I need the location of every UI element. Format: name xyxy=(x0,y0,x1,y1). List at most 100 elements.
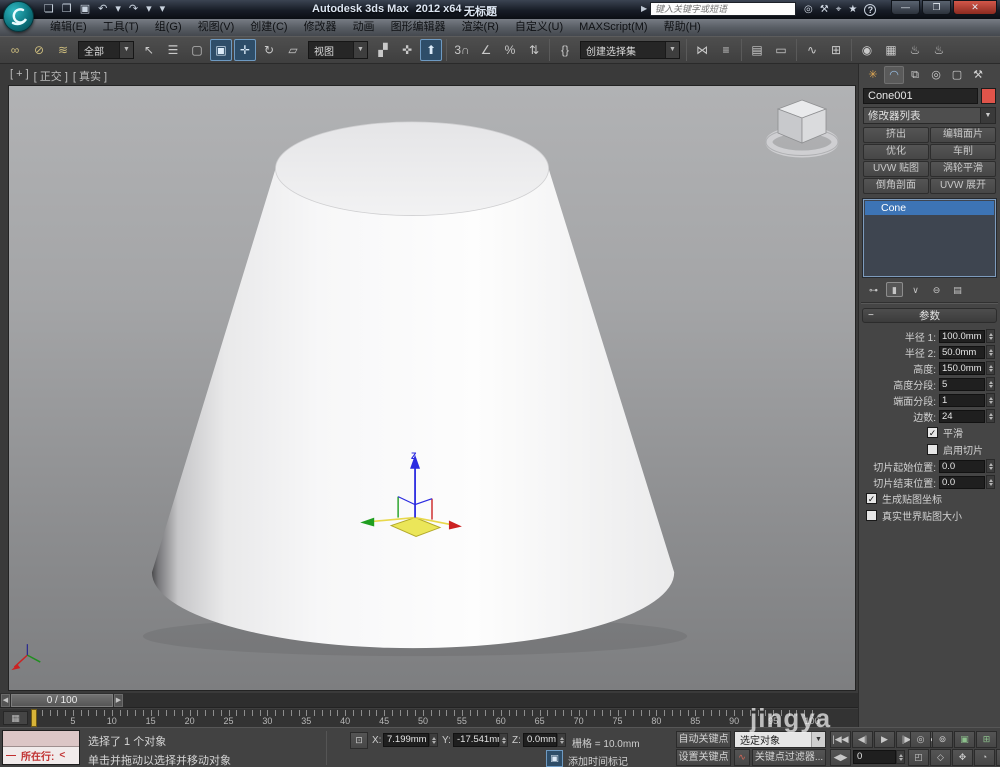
new-key-curve-icon[interactable]: ∿ xyxy=(734,749,750,766)
named-selection-dropdown[interactable]: 创建选择集▼ xyxy=(580,41,680,59)
pan-view-icon[interactable]: ✥ xyxy=(952,749,973,766)
schematic-view-icon[interactable]: ⊞ xyxy=(825,39,847,61)
field-of-view-icon[interactable]: ◇ xyxy=(930,749,951,766)
add-time-tag[interactable]: 添加时间标记 xyxy=(568,753,628,767)
edit-named-selections-icon[interactable]: {} xyxy=(554,39,576,61)
current-frame-field[interactable]: 0 xyxy=(853,750,896,764)
frame-spinner[interactable] xyxy=(896,750,905,764)
x-coordinate-field[interactable]: 7.199mm xyxy=(383,733,429,747)
zoom-icon[interactable]: ◎ xyxy=(910,731,931,748)
app-logo-icon[interactable] xyxy=(3,1,34,32)
chevron-down-icon[interactable]: ▼ xyxy=(665,42,679,58)
time-slider-handle[interactable]: 0 / 100 xyxy=(11,694,113,707)
show-end-result-icon[interactable]: ▮ xyxy=(886,282,903,297)
param-spinner[interactable] xyxy=(986,409,995,423)
minimize-button[interactable]: — xyxy=(891,0,920,15)
param-spinner[interactable] xyxy=(986,345,995,359)
spinner-up-icon[interactable] xyxy=(989,463,993,466)
time-slider-track[interactable]: ◀ 0 / 100 ▶ xyxy=(0,693,858,708)
orbit-icon[interactable]: ◔ xyxy=(974,749,995,766)
render-setup-icon[interactable]: ▦ xyxy=(880,39,902,61)
tab-hierarchy[interactable]: ⧉ xyxy=(905,66,925,84)
track-bar-ruler[interactable]: 0510152025303540455055606570758085909510… xyxy=(34,709,824,728)
track-bar[interactable]: ▦ 05101520253035404550556065707580859095… xyxy=(0,708,858,727)
listener-pane[interactable]: — 所在行: < xyxy=(3,747,79,764)
spinner-down-icon[interactable] xyxy=(989,385,993,388)
tab-motion[interactable]: ◎ xyxy=(926,66,946,84)
param-spinner[interactable] xyxy=(986,361,995,375)
listener-scroll-arrow[interactable]: < xyxy=(59,750,65,761)
save-file-icon[interactable]: ▣ xyxy=(80,0,90,19)
modifier-button-7[interactable]: UVW 展开 xyxy=(930,178,996,194)
checkbox-checked-icon[interactable]: ✓ xyxy=(866,493,877,504)
percent-snap-icon[interactable]: % xyxy=(499,39,521,61)
parameters-rollout-header[interactable]: − 参数 xyxy=(862,308,997,323)
mirror-icon[interactable]: ⋈ xyxy=(691,39,713,61)
infocenter-search-input[interactable] xyxy=(650,2,796,16)
curve-editor-icon[interactable]: ∿ xyxy=(801,39,823,61)
zoom-region-icon[interactable]: ◰ xyxy=(908,749,929,766)
maximize-button[interactable]: ❐ xyxy=(922,0,951,15)
viewcube[interactable] xyxy=(763,94,841,158)
tab-modify[interactable]: ◠ xyxy=(884,66,904,84)
new-scene-icon[interactable]: ❏ xyxy=(44,0,54,19)
modifier-button-6[interactable]: 倒角剖面 xyxy=(863,178,929,194)
favorites-star-icon[interactable]: ★ xyxy=(848,4,857,15)
maxscript-mini-listener[interactable]: — 所在行: < xyxy=(2,730,80,765)
modifier-button-0[interactable]: 挤出 xyxy=(863,127,929,143)
subscription-icon[interactable]: ⚒ xyxy=(820,4,829,15)
chevron-down-icon[interactable]: ▼ xyxy=(119,42,133,58)
menu-item-0[interactable]: 编辑(E) xyxy=(42,19,95,36)
checkbox-checked-icon[interactable]: ✓ xyxy=(927,427,938,438)
redo-icon[interactable]: ↷ xyxy=(129,0,138,19)
make-unique-icon[interactable]: ∨ xyxy=(907,282,924,297)
time-tag-icon[interactable]: ▣ xyxy=(546,750,563,767)
next-frame-arrow[interactable]: ▶ xyxy=(114,694,123,707)
param-spinner[interactable] xyxy=(986,393,995,407)
previous-frame-arrow[interactable]: ◀ xyxy=(1,694,10,707)
use-pivot-center-icon[interactable]: ▞ xyxy=(372,39,394,61)
auto-key-button[interactable]: 自动关键点 xyxy=(676,731,731,748)
key-filters-button[interactable]: 关键点过滤器... xyxy=(752,749,826,766)
menu-item-10[interactable]: MAXScript(M) xyxy=(571,19,655,36)
window-crossing-toggle-icon[interactable]: ▣ xyxy=(210,39,232,61)
orthographic-viewport[interactable]: Z xyxy=(8,85,856,691)
menu-item-4[interactable]: 创建(C) xyxy=(242,19,295,36)
param-field[interactable]: 24 xyxy=(939,410,985,423)
viewport-general-menu[interactable]: [ + ] xyxy=(10,68,29,84)
select-and-rotate-icon[interactable]: ↻ xyxy=(258,39,280,61)
qat-options-icon[interactable]: ▾ xyxy=(160,0,166,19)
configure-modifier-sets-icon[interactable]: ▤ xyxy=(949,282,966,297)
spinner-down-icon[interactable] xyxy=(989,369,993,372)
spinner-up-icon[interactable] xyxy=(989,413,993,416)
spinner-down-icon[interactable] xyxy=(989,337,993,340)
menu-item-1[interactable]: 工具(T) xyxy=(95,19,147,36)
align-icon[interactable]: ≡ xyxy=(715,39,737,61)
modifier-button-4[interactable]: UVW 贴图 xyxy=(863,161,929,177)
z-spinner[interactable] xyxy=(557,733,566,747)
chevron-down-icon[interactable]: ▼ xyxy=(980,108,995,123)
y-coordinate-field[interactable]: -17.541mm xyxy=(453,733,499,747)
spinner-down-icon[interactable] xyxy=(989,353,993,356)
viewport-shading-menu[interactable]: [ 真实 ] xyxy=(73,68,107,84)
graphite-ribbon-toggle-icon[interactable]: ▭ xyxy=(770,39,792,61)
set-key-button[interactable]: 设置关键点 xyxy=(676,749,731,766)
open-mini-curve-editor-button[interactable]: ▦ xyxy=(3,711,28,725)
key-mode-toggle-button[interactable]: ◀▶ xyxy=(830,749,851,766)
param-field[interactable]: 150.0mm xyxy=(939,362,985,375)
viewport-pov-menu[interactable]: [ 正交 ] xyxy=(34,68,68,84)
rectangular-selection-region-icon[interactable]: ▢ xyxy=(186,39,208,61)
maximize-viewport-toggle-icon[interactable]: ❒ xyxy=(996,749,1000,766)
render-production-icon[interactable]: ♨ xyxy=(928,39,950,61)
modifier-stack-list[interactable]: Cone xyxy=(863,199,996,277)
search-caret-icon[interactable]: ▶ xyxy=(641,4,647,13)
tab-create[interactable]: ✳ xyxy=(863,66,883,84)
y-spinner[interactable] xyxy=(499,733,508,747)
menu-item-3[interactable]: 视图(V) xyxy=(190,19,243,36)
menu-item-9[interactable]: 自定义(U) xyxy=(507,19,571,36)
chevron-down-icon[interactable]: ▼ xyxy=(811,732,825,747)
spinner-up-icon[interactable] xyxy=(989,479,993,482)
param-field[interactable]: 100.0mm xyxy=(939,330,985,343)
param-field[interactable]: 1 xyxy=(939,394,985,407)
checkbox-icon[interactable] xyxy=(927,444,938,455)
